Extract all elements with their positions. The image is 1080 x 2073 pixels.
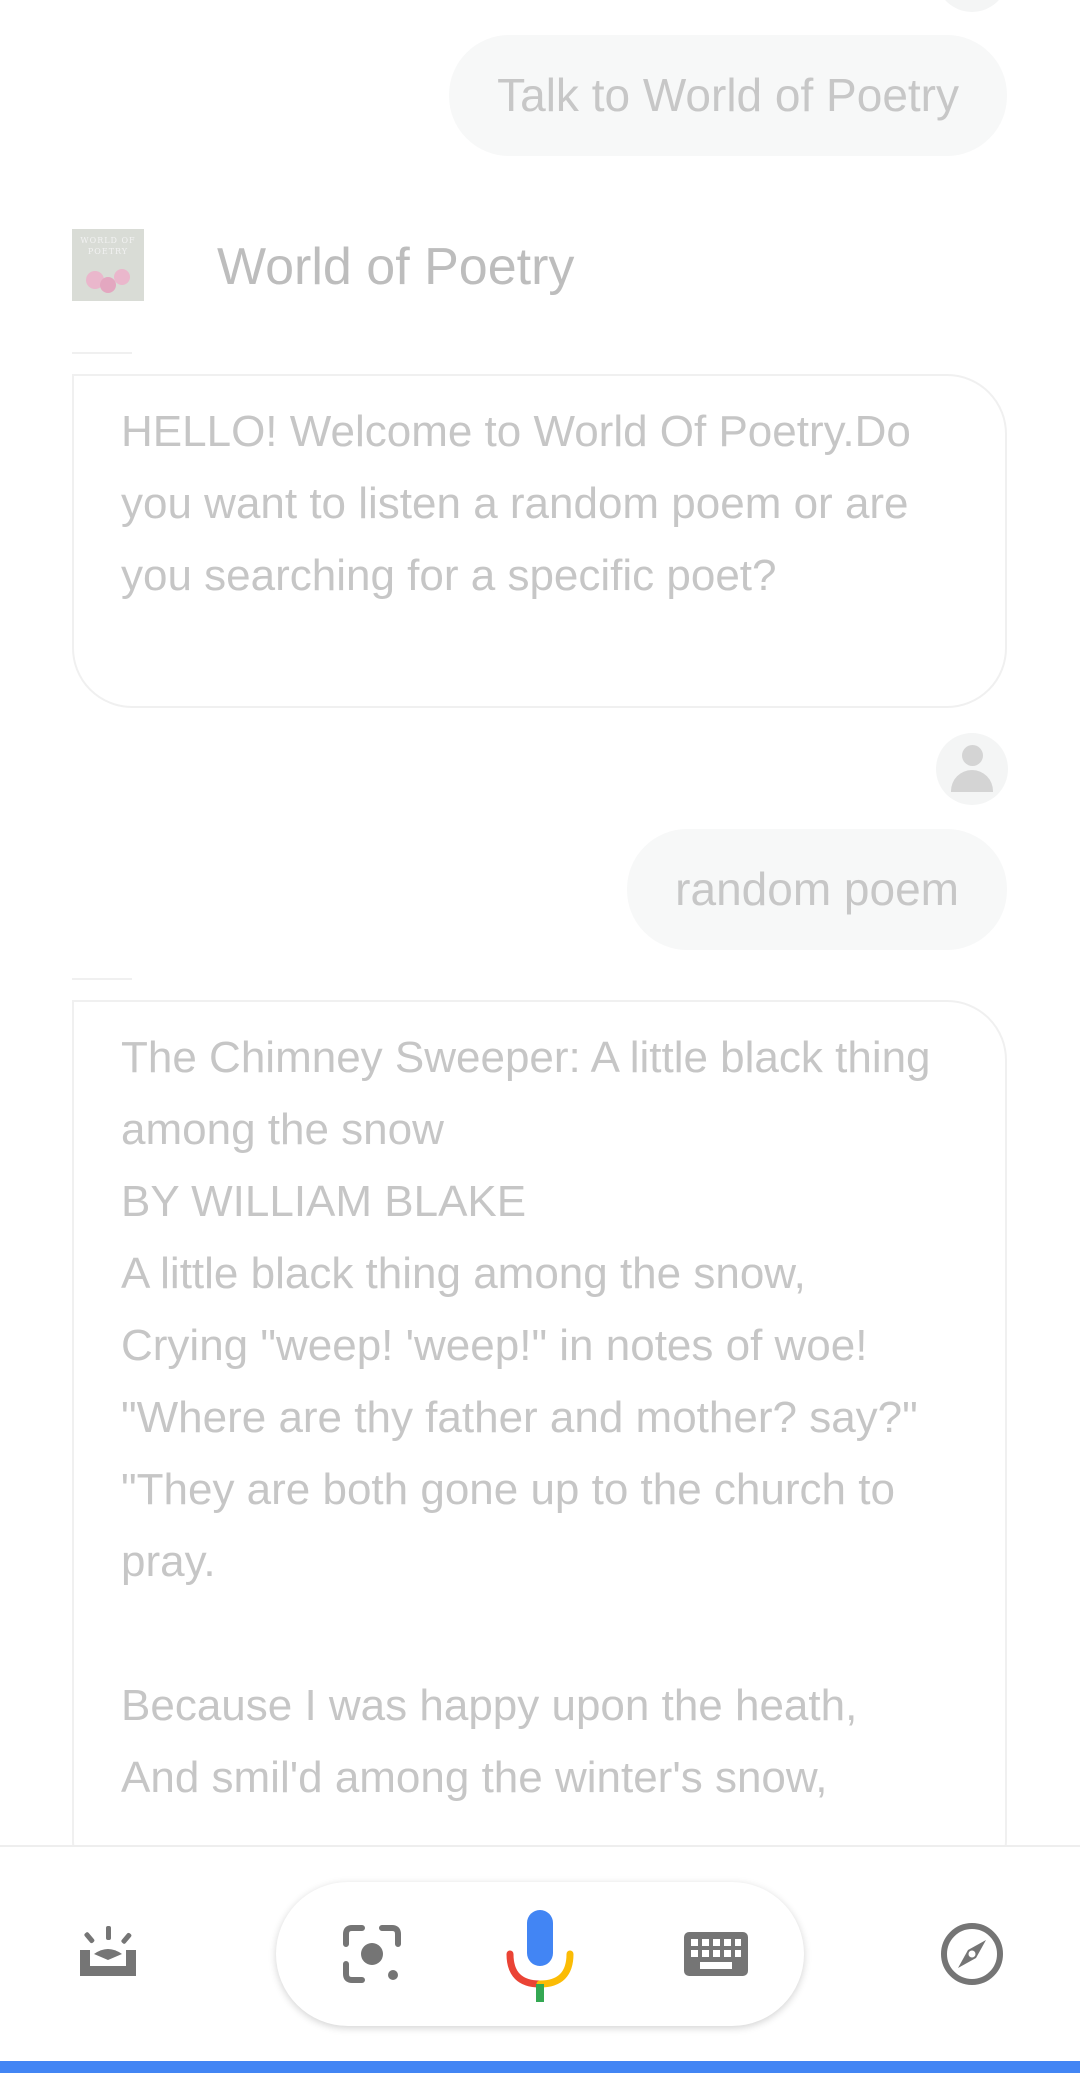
keyboard-icon[interactable] [676, 1914, 756, 1994]
bottom-bar [0, 1845, 1080, 2073]
bot-greeting-text: HELLO! Welcome to World Of Poetry.Do you… [121, 407, 911, 600]
bottom-accent-strip [0, 2061, 1080, 2073]
conversation-area[interactable]: Talk to World of Poetry WORLD OF POETRY … [0, 0, 1080, 1845]
input-pill [276, 1882, 804, 2026]
bot-greeting-bubble: HELLO! Welcome to World Of Poetry.Do you… [72, 374, 1007, 708]
bot-poem-bubble: The Chimney Sweeper: A little black thin… [72, 1000, 1007, 1845]
updates-tray-icon[interactable] [68, 1914, 148, 1994]
user-query-bubble: Talk to World of Poetry [449, 35, 1007, 156]
compass-icon[interactable] [932, 1914, 1012, 1994]
action-name: World of Poetry [217, 238, 575, 296]
user-avatar [936, 0, 1008, 12]
microphone-icon[interactable] [500, 1910, 580, 2010]
action-logo-text: WORLD OF POETRY [80, 236, 136, 256]
user-avatar [936, 733, 1008, 805]
user-reply-bubble: random poem [627, 829, 1007, 950]
action-logo: WORLD OF POETRY [72, 229, 144, 301]
lens-icon[interactable] [332, 1914, 412, 1994]
bot-poem-text: The Chimney Sweeper: A little black thin… [121, 1033, 931, 1802]
